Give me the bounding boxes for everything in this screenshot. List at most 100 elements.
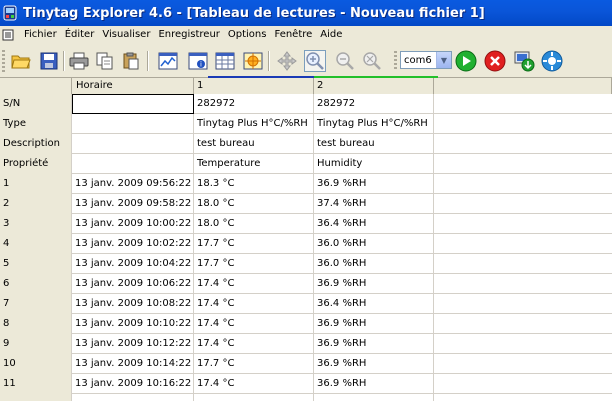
channel-2-cell[interactable]: Humidity [314, 154, 434, 174]
empty-cell[interactable] [434, 134, 612, 154]
empty-cell[interactable] [0, 394, 72, 401]
channel-2-cell[interactable]: 36.9 %RH [314, 314, 434, 334]
zoom-in-button[interactable] [304, 50, 326, 72]
time-cell[interactable] [72, 114, 194, 134]
overview-button[interactable] [242, 50, 264, 72]
toolbar-grip[interactable] [394, 51, 397, 71]
graph-view-button[interactable] [157, 50, 179, 72]
summary-view-button[interactable]: i [187, 50, 209, 72]
zoom-reset-button[interactable] [361, 50, 383, 72]
toolbar-grip[interactable] [2, 50, 5, 72]
channel-2-cell[interactable]: 36.4 %RH [314, 214, 434, 234]
chevron-down-icon[interactable]: ▼ [436, 52, 451, 68]
save-button[interactable] [38, 50, 60, 72]
row-label-cell[interactable]: Description [0, 134, 72, 154]
row-label-cell[interactable]: Propriété [0, 154, 72, 174]
empty-cell[interactable] [434, 94, 612, 114]
channel-2-cell[interactable]: Tinytag Plus H°C/%RH [314, 114, 434, 134]
column-header-channel-2[interactable]: 2 [314, 78, 434, 94]
row-index-cell[interactable]: 11 [0, 374, 72, 394]
channel-2-cell[interactable]: 37.4 %RH [314, 194, 434, 214]
menu-aide[interactable]: Aide [316, 29, 346, 40]
channel-1-cell[interactable]: Temperature [194, 154, 314, 174]
time-cell[interactable]: 13 janv. 2009 10:10:22 [72, 314, 194, 334]
pan-button[interactable] [276, 50, 298, 72]
row-index-cell[interactable]: 3 [0, 214, 72, 234]
time-cell[interactable]: 13 janv. 2009 10:02:22 [72, 234, 194, 254]
channel-1-cell[interactable]: 17.7 °C [194, 254, 314, 274]
download-logger-button[interactable] [513, 50, 535, 72]
empty-cell[interactable] [434, 254, 612, 274]
channel-2-cell[interactable]: 36.9 %RH [314, 334, 434, 354]
empty-cell[interactable] [434, 114, 612, 134]
corner-header-cell[interactable] [0, 78, 72, 94]
row-index-cell[interactable]: 10 [0, 354, 72, 374]
time-cell[interactable]: 13 janv. 2009 10:08:22 [72, 294, 194, 314]
empty-cell[interactable] [434, 394, 612, 401]
channel-1-cell[interactable]: 17.4 °C [194, 334, 314, 354]
time-cell[interactable]: 13 janv. 2009 10:06:22 [72, 274, 194, 294]
channel-1-cell[interactable]: 17.4 °C [194, 374, 314, 394]
empty-cell[interactable] [434, 294, 612, 314]
open-button[interactable] [10, 50, 32, 72]
row-index-cell[interactable]: 9 [0, 334, 72, 354]
time-cell[interactable]: 13 janv. 2009 10:14:22 [72, 354, 194, 374]
column-header-time[interactable]: Horaire [72, 78, 194, 94]
row-index-cell[interactable]: 8 [0, 314, 72, 334]
time-cell[interactable]: 13 janv. 2009 10:16:22 [72, 374, 194, 394]
channel-2-cell[interactable]: 36.0 %RH [314, 254, 434, 274]
channel-1-cell[interactable]: 17.7 °C [194, 234, 314, 254]
time-cell[interactable]: 13 janv. 2009 10:04:22 [72, 254, 194, 274]
empty-cell[interactable] [72, 394, 194, 401]
time-cell[interactable] [72, 154, 194, 174]
channel-1-cell[interactable]: test bureau [194, 134, 314, 154]
menu-visualiser[interactable]: Visualiser [98, 29, 154, 40]
channel-2-cell[interactable]: 36.0 %RH [314, 234, 434, 254]
paste-button[interactable] [120, 50, 142, 72]
print-button[interactable] [68, 50, 90, 72]
row-index-cell[interactable]: 6 [0, 274, 72, 294]
start-logger-button[interactable] [455, 50, 477, 72]
logger-status-button[interactable] [541, 50, 563, 72]
time-cell[interactable]: 13 janv. 2009 10:00:22 [72, 214, 194, 234]
row-index-cell[interactable]: 5 [0, 254, 72, 274]
empty-cell[interactable] [434, 354, 612, 374]
column-header-channel-1[interactable]: 1 [194, 78, 314, 94]
time-cell[interactable]: 13 janv. 2009 10:12:22 [72, 334, 194, 354]
com-port-select[interactable]: com6 ▼ [400, 51, 452, 69]
row-index-cell[interactable]: 1 [0, 174, 72, 194]
empty-cell[interactable] [314, 394, 434, 401]
row-index-cell[interactable]: 7 [0, 294, 72, 314]
channel-2-cell[interactable]: 36.9 %RH [314, 354, 434, 374]
empty-cell[interactable] [434, 234, 612, 254]
channel-2-cell[interactable]: 36.9 %RH [314, 174, 434, 194]
zoom-out-button[interactable] [334, 50, 356, 72]
channel-2-cell[interactable]: 36.9 %RH [314, 274, 434, 294]
channel-1-cell[interactable]: 18.0 °C [194, 194, 314, 214]
time-cell[interactable]: 13 janv. 2009 09:58:22 [72, 194, 194, 214]
menu-enregistreur[interactable]: Enregistreur [154, 29, 223, 40]
table-view-button[interactable] [214, 50, 236, 72]
menu-fichier[interactable]: Fichier [20, 29, 61, 40]
empty-cell[interactable] [434, 154, 612, 174]
empty-cell[interactable] [434, 314, 612, 334]
channel-1-cell[interactable]: 17.7 °C [194, 354, 314, 374]
menu-options[interactable]: Options [224, 29, 271, 40]
row-label-cell[interactable]: Type [0, 114, 72, 134]
channel-2-cell[interactable]: 36.4 %RH [314, 294, 434, 314]
stop-logger-button[interactable] [484, 50, 506, 72]
copy-button[interactable] [94, 50, 116, 72]
channel-1-cell[interactable]: 17.4 °C [194, 314, 314, 334]
document-window-icon[interactable] [2, 29, 14, 41]
channel-1-cell[interactable]: 17.4 °C [194, 294, 314, 314]
channel-2-cell[interactable]: test bureau [314, 134, 434, 154]
menu-fenetre[interactable]: Fenêtre [270, 29, 316, 40]
empty-cell[interactable] [434, 214, 612, 234]
empty-cell[interactable] [434, 274, 612, 294]
channel-1-cell[interactable]: Tinytag Plus H°C/%RH [194, 114, 314, 134]
channel-2-cell[interactable]: 36.9 %RH [314, 374, 434, 394]
channel-1-cell[interactable]: 18.3 °C [194, 174, 314, 194]
empty-cell[interactable] [434, 194, 612, 214]
row-index-cell[interactable]: 4 [0, 234, 72, 254]
empty-cell[interactable] [434, 334, 612, 354]
